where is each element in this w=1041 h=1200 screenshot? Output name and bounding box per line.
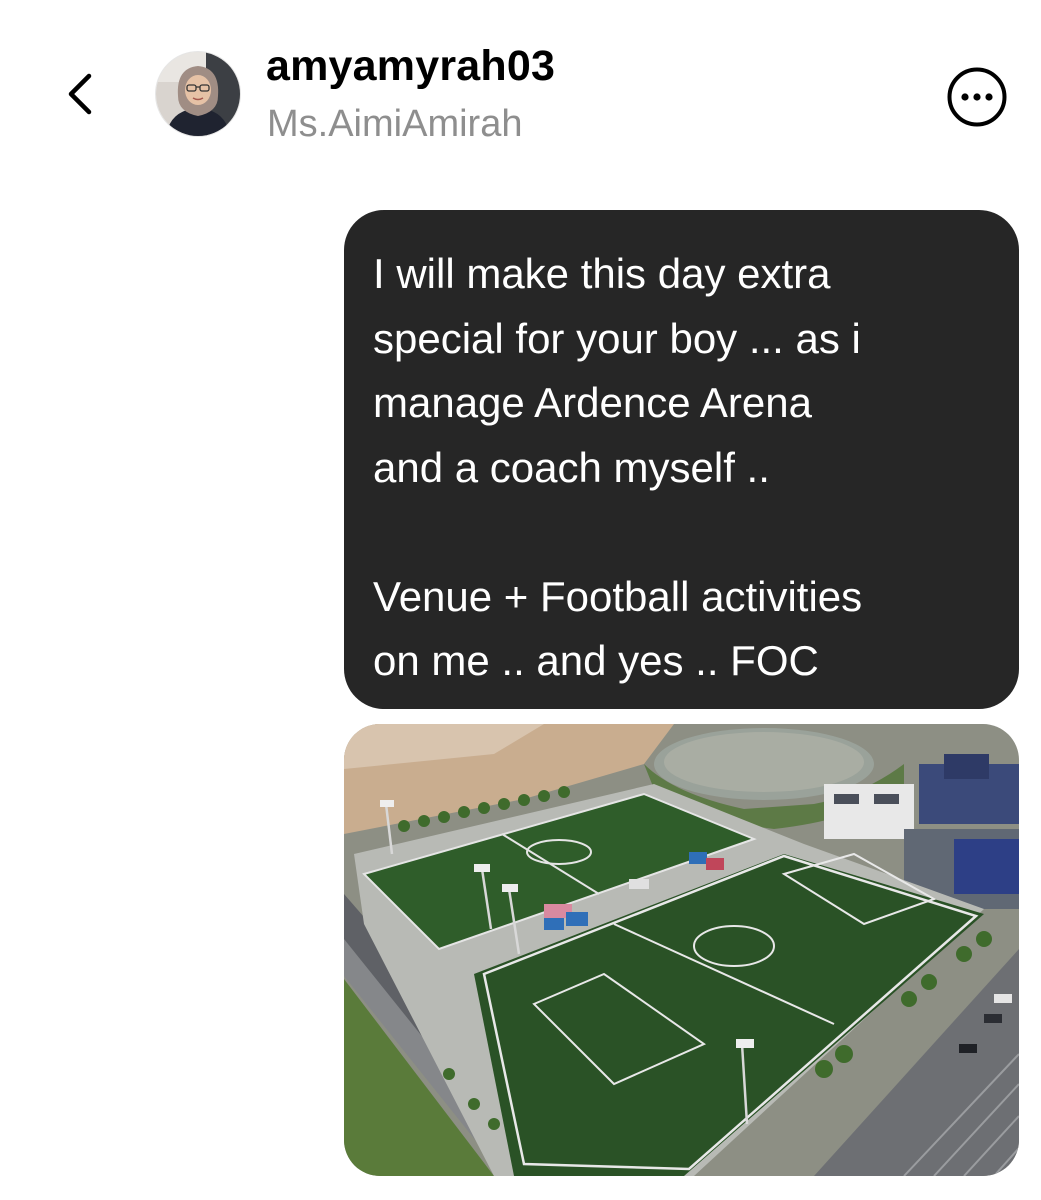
chevron-left-icon — [68, 73, 92, 115]
more-horizontal-circle-icon — [947, 67, 1007, 127]
more-options-button[interactable] — [946, 66, 1008, 128]
message-text-line: and a coach myself .. — [373, 443, 770, 491]
message-text-line: Venue + Football activities — [373, 572, 863, 620]
message-text-line: special for your boy ... as i — [373, 314, 861, 362]
avatar-image — [156, 52, 240, 136]
conversation-username[interactable]: amyamyrah03 — [266, 42, 555, 91]
back-button[interactable] — [56, 66, 104, 122]
football-fields-aerial-photo — [344, 724, 1019, 1176]
message-text-line: on me .. and yes .. FOC — [373, 637, 819, 684]
message-text-line: I will make this day extra — [373, 250, 831, 297]
conversation-display-name: Ms.AimiAmirah — [267, 103, 523, 145]
dm-conversation-screen: amyamyrah03 Ms.AimiAmirah I will make th… — [0, 0, 1041, 1200]
avatar[interactable] — [155, 51, 241, 137]
message-text-line: manage Ardence Arena — [373, 379, 812, 426]
message-bubble-sent[interactable]: I will make this day extra special for y… — [344, 210, 1019, 709]
photo-message[interactable] — [344, 724, 1019, 1176]
